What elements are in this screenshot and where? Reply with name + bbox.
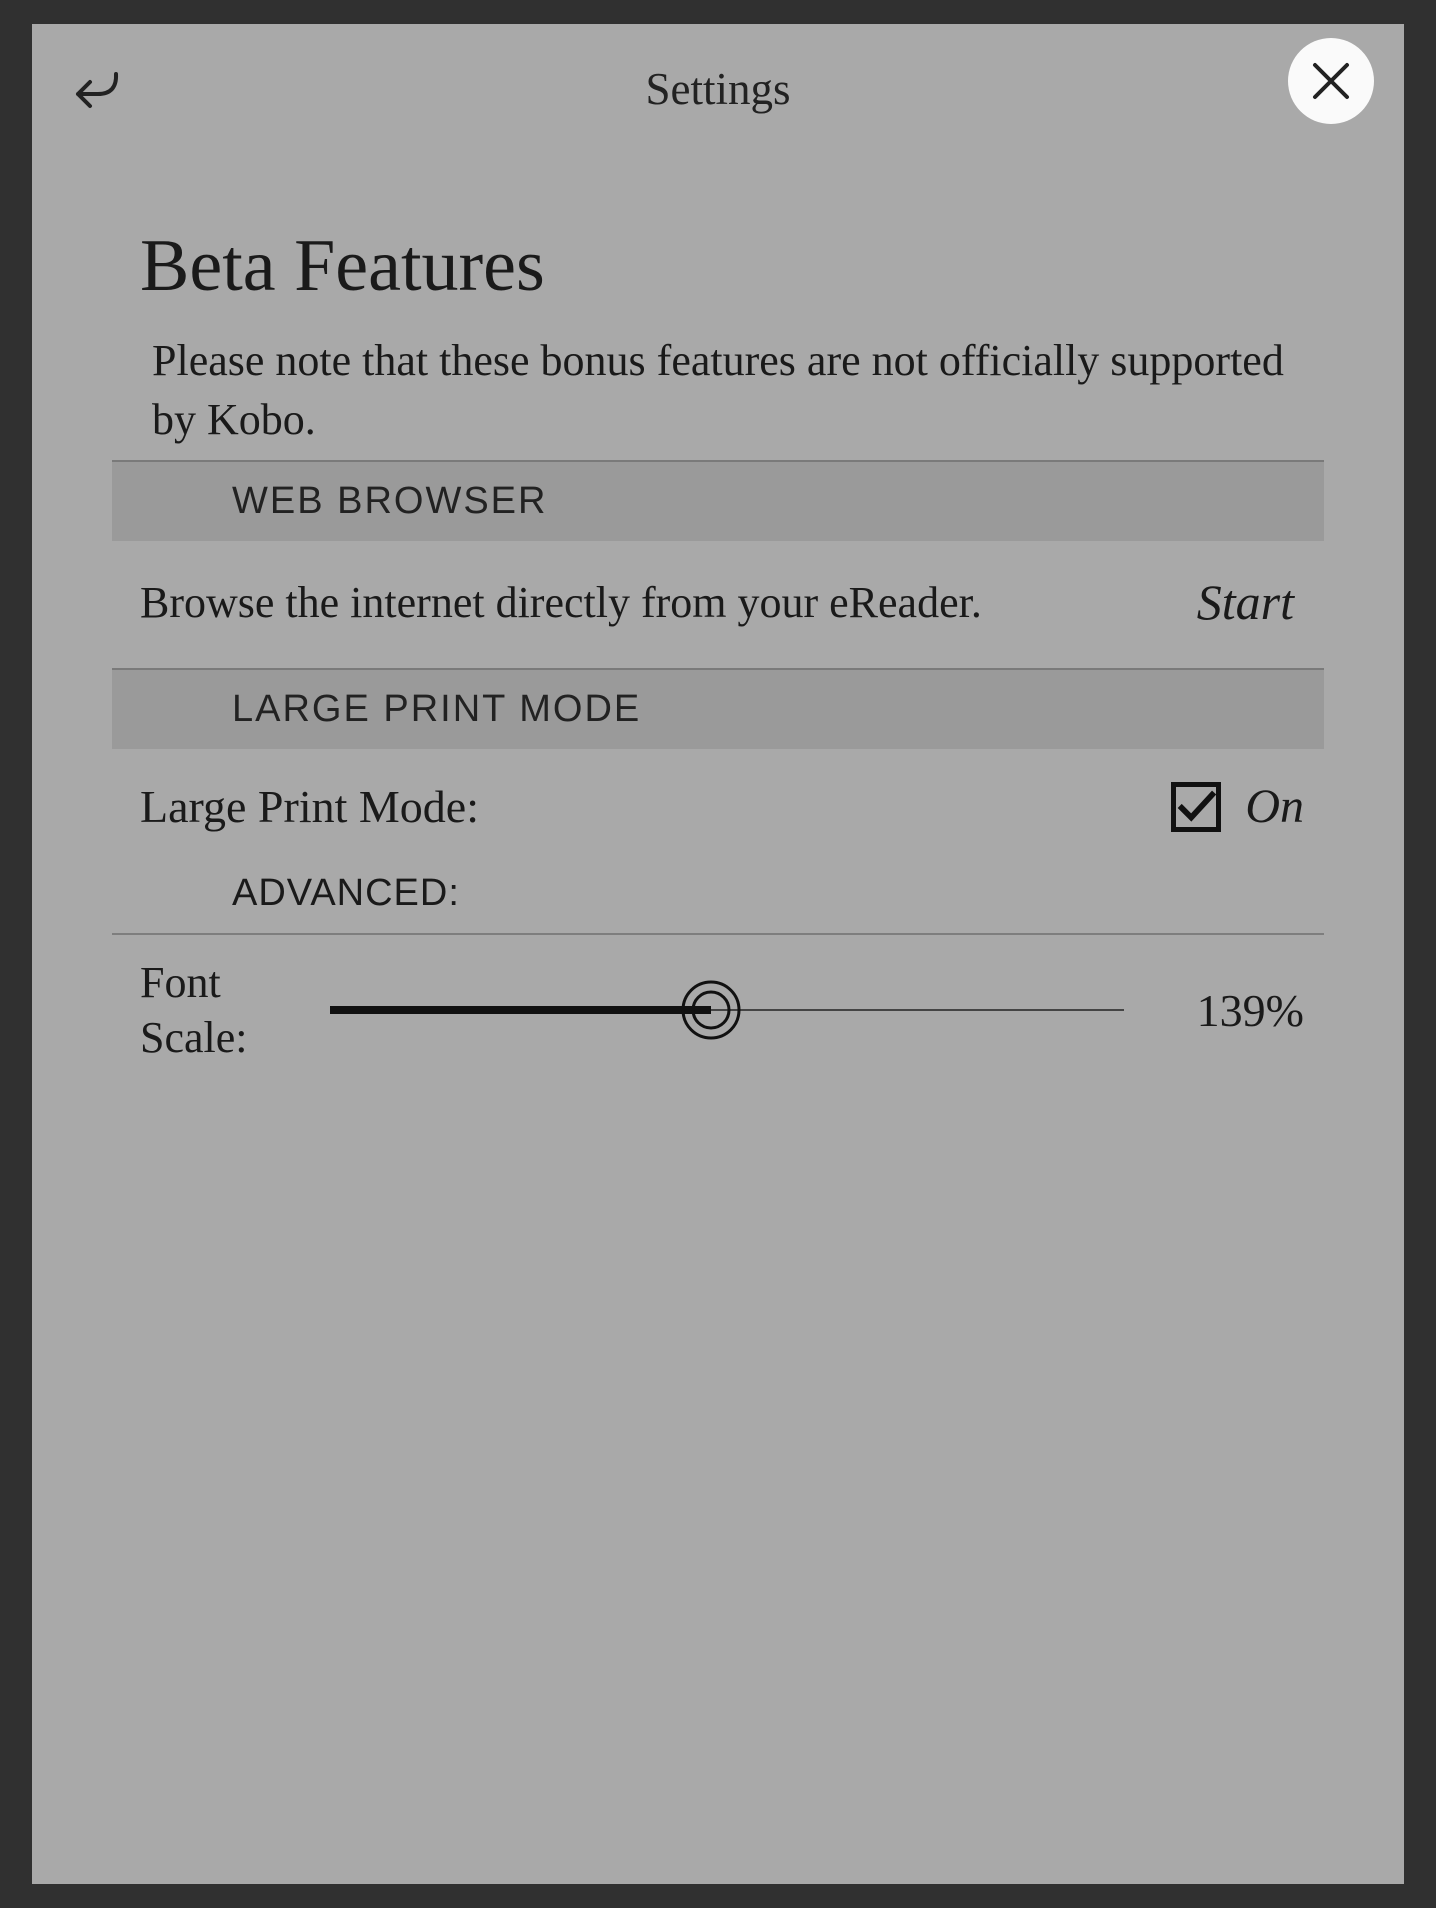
back-button[interactable] <box>70 62 124 116</box>
header-title: Settings <box>645 63 790 115</box>
font-scale-slider[interactable] <box>330 980 1124 1040</box>
large-print-row: Large Print Mode: On <box>32 749 1404 844</box>
header-bar: Settings <box>32 24 1404 144</box>
slider-thumb[interactable] <box>681 980 741 1040</box>
page-title: Beta Features <box>140 224 1404 309</box>
web-browser-start-button[interactable]: Start <box>1197 573 1304 631</box>
font-scale-label: Font Scale: <box>140 955 290 1065</box>
advanced-label: ADVANCED: <box>112 844 1324 935</box>
large-print-label: Large Print Mode: <box>140 780 479 833</box>
font-scale-value: 139% <box>1164 984 1304 1037</box>
web-browser-description: Browse the internet directly from your e… <box>140 573 982 632</box>
checkbox-icon <box>1171 782 1221 832</box>
large-print-toggle[interactable]: On <box>1171 779 1304 834</box>
section-header-web-browser: WEB BROWSER <box>112 460 1324 541</box>
back-arrow-icon <box>70 62 124 116</box>
section-header-large-print: LARGE PRINT MODE <box>112 668 1324 749</box>
settings-screen: Settings Beta Features Please note that … <box>32 24 1404 1884</box>
page-subtitle: Please note that these bonus features ar… <box>152 331 1284 450</box>
close-button[interactable] <box>1288 38 1374 124</box>
content-area: Beta Features Please note that these bon… <box>32 224 1404 1085</box>
slider-fill <box>330 1006 711 1014</box>
close-icon <box>1311 61 1351 101</box>
web-browser-row: Browse the internet directly from your e… <box>32 541 1404 664</box>
large-print-state-label: On <box>1245 779 1304 834</box>
font-scale-row: Font Scale: 139% <box>32 935 1404 1085</box>
